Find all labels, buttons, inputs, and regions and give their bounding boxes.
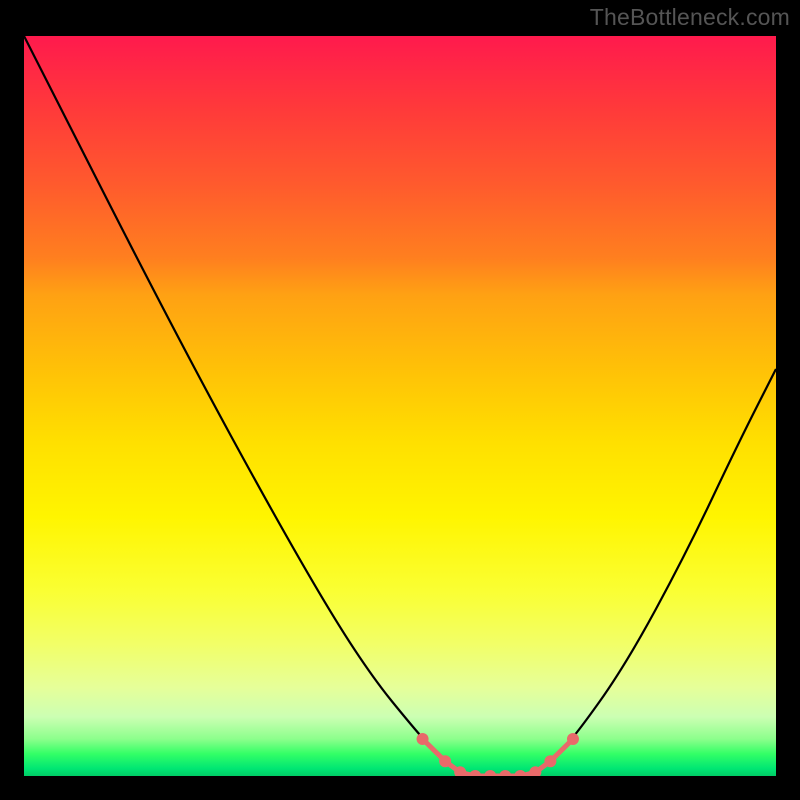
marker-dot (514, 770, 526, 776)
marker-dot (417, 733, 429, 745)
marker-dot (439, 755, 451, 767)
marker-dot (484, 770, 496, 776)
marker-dot (567, 733, 579, 745)
marker-dot (544, 755, 556, 767)
watermark-text: TheBottleneck.com (590, 4, 790, 31)
chart-frame: TheBottleneck.com (0, 0, 800, 800)
chart-overlay (24, 36, 776, 776)
marker-dot (499, 770, 511, 776)
bottleneck-curve-path (24, 36, 776, 776)
plot-area (24, 36, 776, 776)
marker-dot (469, 770, 481, 776)
marker-group (417, 733, 579, 776)
